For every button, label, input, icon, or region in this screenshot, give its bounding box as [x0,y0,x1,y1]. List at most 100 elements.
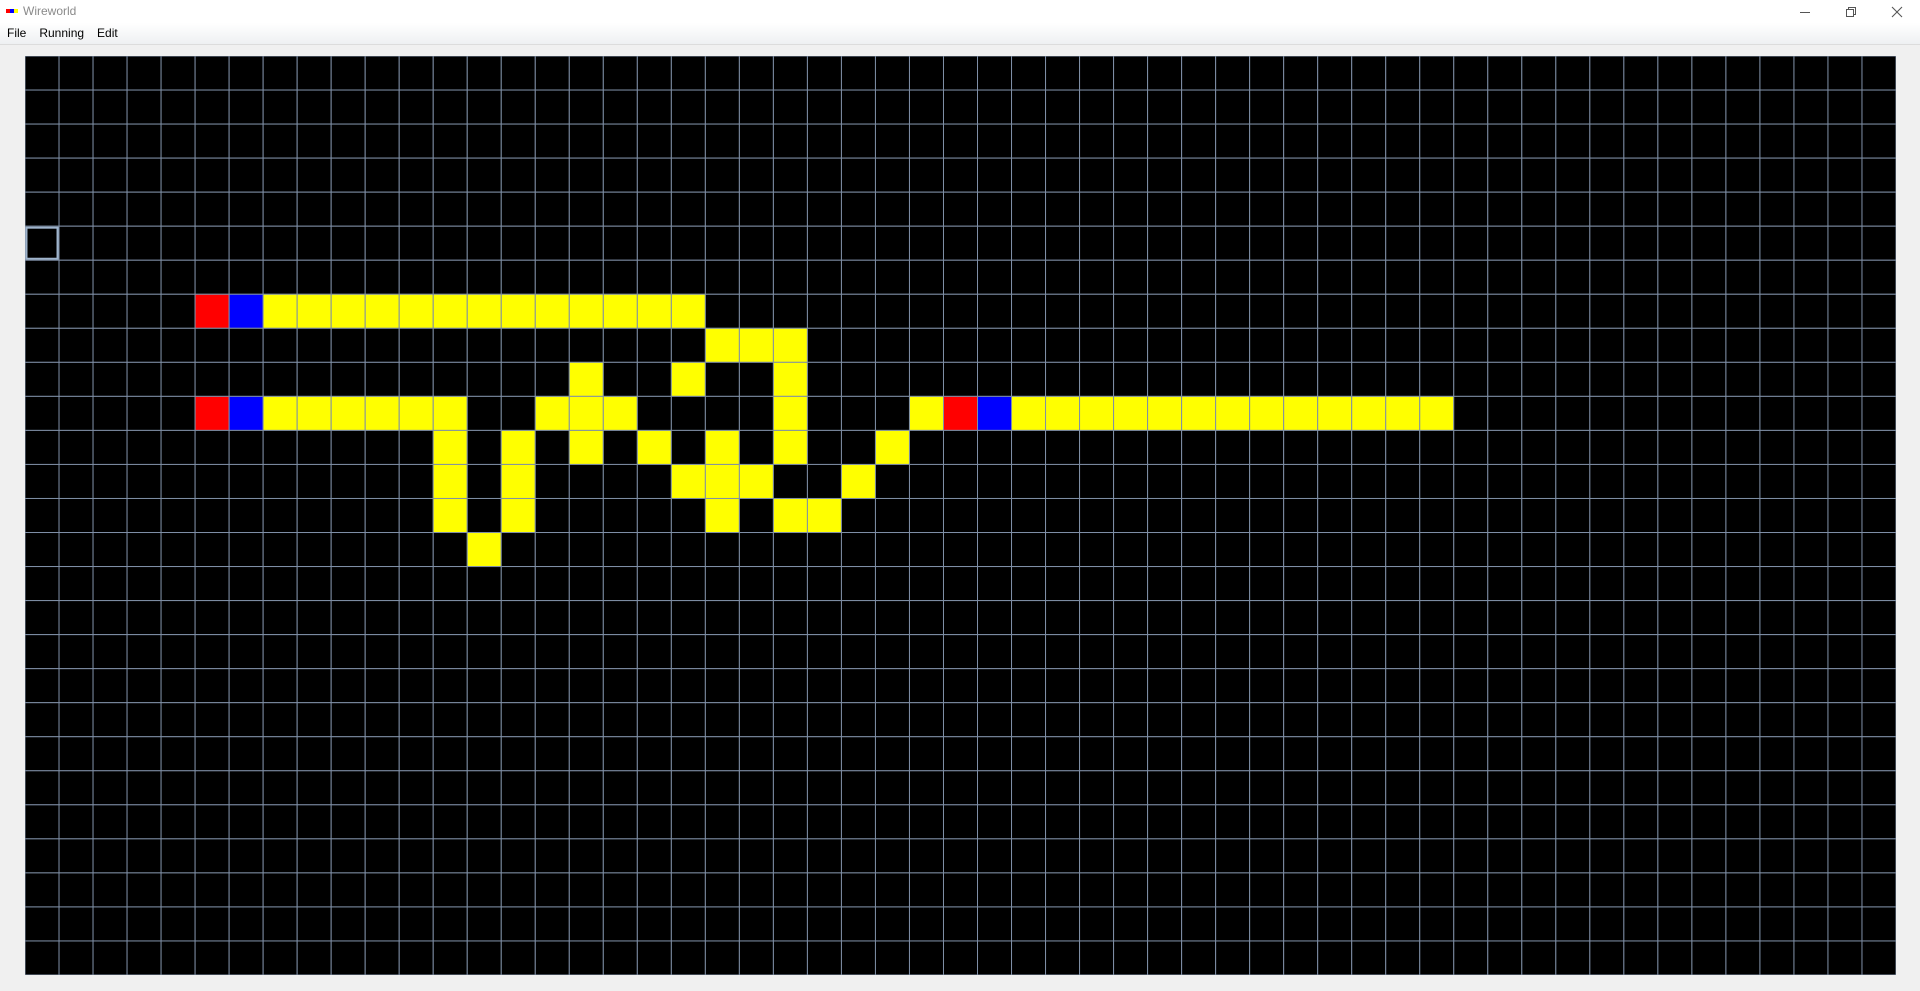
cell-empty[interactable] [160,395,196,431]
cell-empty[interactable] [1351,770,1387,806]
cell-empty[interactable] [330,804,366,840]
cell-empty[interactable] [1555,361,1591,397]
cell-empty[interactable] [1385,293,1421,329]
cell-empty[interactable] [1283,872,1319,908]
cell-empty[interactable] [1249,804,1285,840]
cell-empty[interactable] [1691,497,1727,534]
cell-empty[interactable] [1555,872,1591,908]
cell-empty[interactable] [1283,532,1319,568]
cell-empty[interactable] [296,702,332,738]
cell-empty[interactable] [1623,940,1659,975]
cell-empty[interactable] [1453,429,1489,465]
cell-empty[interactable] [58,293,94,329]
cell-empty[interactable] [1147,736,1183,772]
cell-empty[interactable] [704,566,740,602]
cell-empty[interactable] [330,157,366,193]
cell-empty[interactable] [466,940,502,975]
cell-empty[interactable] [160,702,196,738]
cell-empty[interactable] [500,940,536,975]
cell-empty[interactable] [1079,225,1115,261]
cell-empty[interactable] [1453,463,1489,499]
cell-empty[interactable] [977,429,1013,465]
cell-empty[interactable] [840,259,876,295]
cell-empty[interactable] [602,804,638,840]
cell-empty[interactable] [1181,191,1217,227]
cell-empty[interactable] [262,361,298,397]
cell-empty[interactable] [977,259,1013,295]
cell-empty[interactable] [704,89,740,125]
cell-empty[interactable] [1623,804,1659,840]
cell-empty[interactable] [1249,940,1285,975]
cell-empty[interactable] [772,906,808,942]
cell-empty[interactable] [330,906,366,942]
cell-empty[interactable] [1589,702,1625,738]
cell-empty[interactable] [1555,89,1591,125]
cell-empty[interactable] [1589,668,1625,704]
cell-empty[interactable] [1011,906,1047,942]
cell-empty[interactable] [1691,327,1727,363]
cell-empty[interactable] [1589,123,1625,159]
cell-empty[interactable] [1521,668,1557,704]
cell-empty[interactable] [398,872,434,908]
cell-empty[interactable] [1827,463,1863,499]
cell-empty[interactable] [1827,804,1863,840]
cell-empty[interactable] [160,225,196,261]
cell-empty[interactable] [977,906,1013,942]
cell-empty[interactable] [1861,463,1896,499]
cell-empty[interactable] [1691,361,1727,397]
cell-empty[interactable] [126,361,162,397]
cell-empty[interactable] [568,463,604,499]
cell-empty[interactable] [1623,736,1659,772]
cell-empty[interactable] [1419,872,1455,908]
cell-empty[interactable] [92,702,128,738]
cell-empty[interactable] [228,906,264,942]
cell-empty[interactable] [228,736,264,772]
cell-empty[interactable] [908,668,944,704]
cell-empty[interactable] [602,361,638,397]
cell-empty[interactable] [1283,463,1319,499]
cell-empty[interactable] [126,872,162,908]
cell-empty[interactable] [1589,532,1625,568]
cell-empty[interactable] [228,600,264,636]
cell-empty[interactable] [1657,293,1693,329]
cell-empty[interactable] [1181,293,1217,329]
cell-empty[interactable] [262,225,298,261]
cell-empty[interactable] [398,191,434,227]
cell-empty[interactable] [194,906,230,942]
cell-empty[interactable] [1725,906,1761,942]
cell-empty[interactable] [1657,906,1693,942]
cell-empty[interactable] [840,532,876,568]
cell-empty[interactable] [840,89,876,125]
cell-empty[interactable] [874,191,910,227]
cell-empty[interactable] [568,157,604,193]
cell-empty[interactable] [1487,838,1523,874]
cell-empty[interactable] [1487,191,1523,227]
cell-empty[interactable] [1249,123,1285,159]
cell-empty[interactable] [1691,872,1727,908]
cell-conductor[interactable] [1351,395,1387,431]
cell-empty[interactable] [1759,395,1795,431]
cell-empty[interactable] [1385,532,1421,568]
cell-empty[interactable] [1657,89,1693,125]
cell-empty[interactable] [738,123,774,159]
cell-empty[interactable] [1623,361,1659,397]
cell-conductor[interactable] [432,463,468,499]
cell-empty[interactable] [296,429,332,465]
cell-empty[interactable] [262,906,298,942]
cell-empty[interactable] [1283,940,1319,975]
cell-empty[interactable] [670,770,706,806]
cell-empty[interactable] [1419,89,1455,125]
cell-empty[interactable] [1759,566,1795,602]
cell-empty[interactable] [1317,429,1353,465]
cell-empty[interactable] [1079,497,1115,534]
cell-conductor[interactable] [1419,395,1455,431]
cell-empty[interactable] [1113,429,1149,465]
cell-empty[interactable] [874,770,910,806]
cell-empty[interactable] [908,940,944,975]
cell-empty[interactable] [874,395,910,431]
cell-empty[interactable] [126,736,162,772]
cell-empty[interactable] [806,736,842,772]
cell-empty[interactable] [25,906,60,942]
cell-empty[interactable] [1249,497,1285,534]
cell-empty[interactable] [874,736,910,772]
